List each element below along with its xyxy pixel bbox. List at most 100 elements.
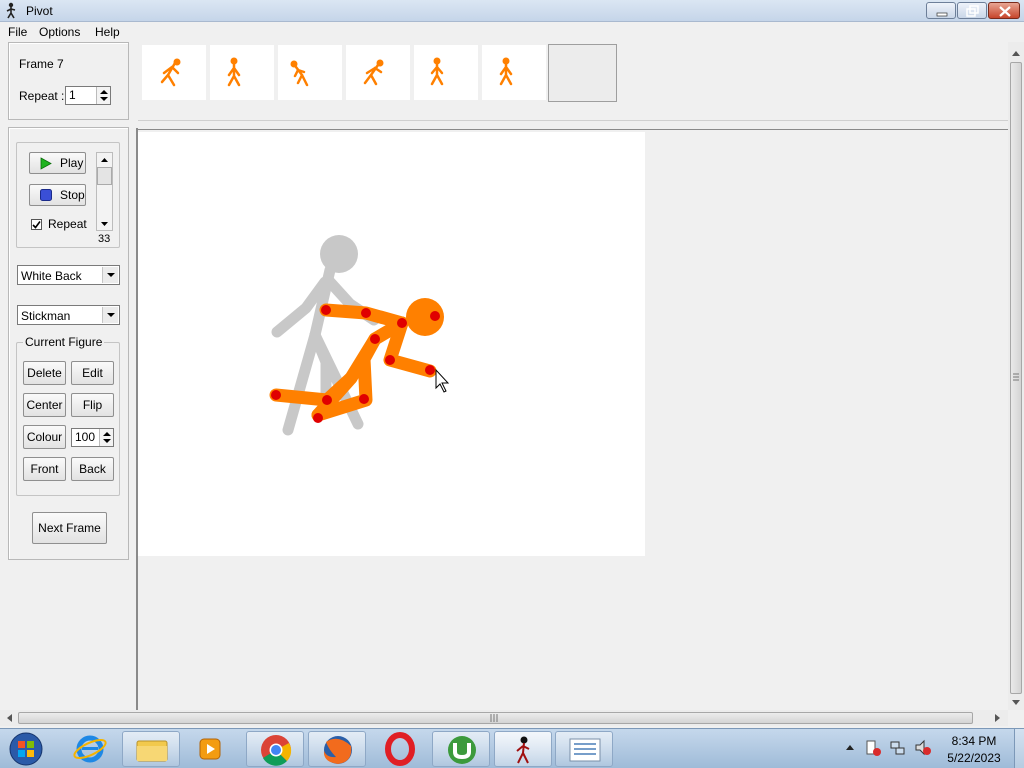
front-button[interactable]: Front [23, 457, 66, 481]
minimize-icon [936, 12, 948, 17]
frame-thumb-1[interactable] [142, 45, 206, 100]
list-app-button[interactable] [555, 731, 613, 767]
frame-thumb-4[interactable] [346, 45, 410, 100]
play-button[interactable]: Play [29, 152, 86, 174]
center-button[interactable]: Center [23, 393, 66, 417]
repeat-spinner[interactable]: 1 [65, 86, 111, 105]
utorrent-button[interactable] [432, 731, 490, 767]
horizontal-scrollbar[interactable] [0, 710, 1008, 726]
colour-button[interactable]: Colour [23, 425, 66, 449]
joint-handle[interactable] [321, 305, 331, 315]
spin-up-icon[interactable] [100, 90, 108, 94]
opera-icon[interactable] [380, 731, 420, 767]
stop-button[interactable]: Stop [29, 184, 86, 206]
network-icon[interactable] [889, 739, 907, 757]
strip-divider [138, 120, 1008, 130]
stop-label: Stop [60, 188, 85, 202]
play-label: Play [60, 156, 84, 170]
media-player-icon[interactable] [190, 731, 230, 767]
action-center-icon[interactable] [864, 739, 882, 757]
joint-handle[interactable] [271, 390, 281, 400]
scroll-right-icon[interactable] [990, 710, 1004, 726]
back-button[interactable]: Back [71, 457, 114, 481]
chevron-down-icon[interactable] [102, 307, 118, 323]
restore-icon [966, 5, 979, 17]
joint-handle[interactable] [322, 395, 332, 405]
menu-bar: File Options Help [0, 22, 1024, 42]
scroll-up-icon[interactable] [97, 155, 112, 165]
frame-thumb-2[interactable] [210, 45, 274, 100]
current-figure-group: Current Figure Delete Edit Center Flip C… [16, 335, 120, 496]
joint-handle[interactable] [385, 355, 395, 365]
frame-thumb-6[interactable] [482, 45, 546, 100]
internet-explorer-icon[interactable] [70, 731, 110, 767]
animation-canvas[interactable] [138, 132, 645, 556]
repeat-value: 1 [69, 88, 76, 102]
colour-spinner[interactable]: 100 [71, 428, 114, 447]
speed-value: 33 [98, 233, 111, 245]
speed-scrollbar[interactable] [96, 152, 113, 231]
pivot-button[interactable] [494, 731, 552, 767]
chrome-button[interactable] [246, 731, 304, 767]
start-orb-icon[interactable] [6, 731, 46, 767]
background-select[interactable]: White Back [17, 265, 120, 285]
colour-value: 100 [75, 430, 96, 444]
volume-muted-icon[interactable] [914, 739, 932, 757]
vertical-scrollbar[interactable] [1008, 42, 1024, 710]
flip-button[interactable]: Flip [71, 393, 114, 417]
restore-button[interactable] [957, 2, 987, 19]
joint-handle[interactable] [430, 311, 440, 321]
joint-handle[interactable] [425, 365, 435, 375]
next-frame-button[interactable]: Next Frame [32, 512, 107, 544]
joint-handle[interactable] [361, 308, 371, 318]
close-icon [999, 6, 1011, 17]
menu-help[interactable]: Help [95, 25, 120, 39]
grip-icon [490, 714, 498, 722]
repeat-checkbox-label: Repeat [48, 217, 87, 231]
background-select-value: White Back [21, 269, 82, 283]
menu-options[interactable]: Options [39, 25, 80, 39]
minimize-button[interactable] [926, 2, 956, 19]
horizontal-scroll-thumb[interactable] [18, 712, 973, 724]
joint-handle[interactable] [359, 394, 369, 404]
current-figure-title: Current Figure [23, 335, 105, 349]
joint-handle[interactable] [370, 334, 380, 344]
chevron-down-icon[interactable] [102, 267, 118, 283]
vertical-scroll-thumb[interactable] [1010, 62, 1022, 694]
title-bar: Pivot [0, 0, 1024, 22]
spin-down-icon[interactable] [100, 97, 108, 101]
stickman-thumbnail-icon [363, 59, 384, 86]
delete-button[interactable]: Delete [23, 361, 66, 385]
file-explorer-button[interactable] [122, 731, 180, 767]
mouse-cursor-icon [435, 368, 450, 393]
repeat-checkbox[interactable] [31, 219, 42, 230]
spin-down-icon[interactable] [103, 439, 111, 443]
frame-thumb-5[interactable] [414, 45, 478, 100]
stickman-thumbnail-icon [227, 57, 241, 87]
frame-thumb-3[interactable] [278, 45, 342, 100]
frame-info-panel: Frame 7 Repeat : 1 [8, 42, 129, 120]
scroll-down-icon[interactable] [97, 219, 112, 229]
speed-scroll-thumb[interactable] [97, 167, 112, 185]
checkmark-icon [32, 221, 41, 229]
clock-date[interactable]: 5/22/2023 [942, 751, 1006, 765]
figure-type-select[interactable]: Stickman [17, 305, 120, 325]
frame-thumb-new[interactable] [548, 44, 617, 102]
repeat-label: Repeat : [19, 89, 65, 103]
joint-handle[interactable] [397, 318, 407, 328]
firefox-button[interactable] [308, 731, 366, 767]
chrome-icon [261, 735, 292, 766]
scroll-down-icon[interactable] [1008, 696, 1024, 710]
scroll-left-icon[interactable] [3, 710, 17, 726]
ghost-head [320, 235, 358, 273]
edit-button[interactable]: Edit [71, 361, 114, 385]
clock-time[interactable]: 8:34 PM [942, 734, 1006, 748]
menu-file[interactable]: File [8, 25, 27, 39]
joint-handle[interactable] [313, 413, 323, 423]
close-button[interactable] [988, 2, 1020, 19]
spin-up-icon[interactable] [103, 432, 111, 436]
show-desktop-button[interactable] [1014, 729, 1024, 768]
tray-expand-icon[interactable] [845, 743, 855, 753]
play-icon [40, 157, 52, 170]
scroll-up-icon[interactable] [1008, 46, 1024, 60]
